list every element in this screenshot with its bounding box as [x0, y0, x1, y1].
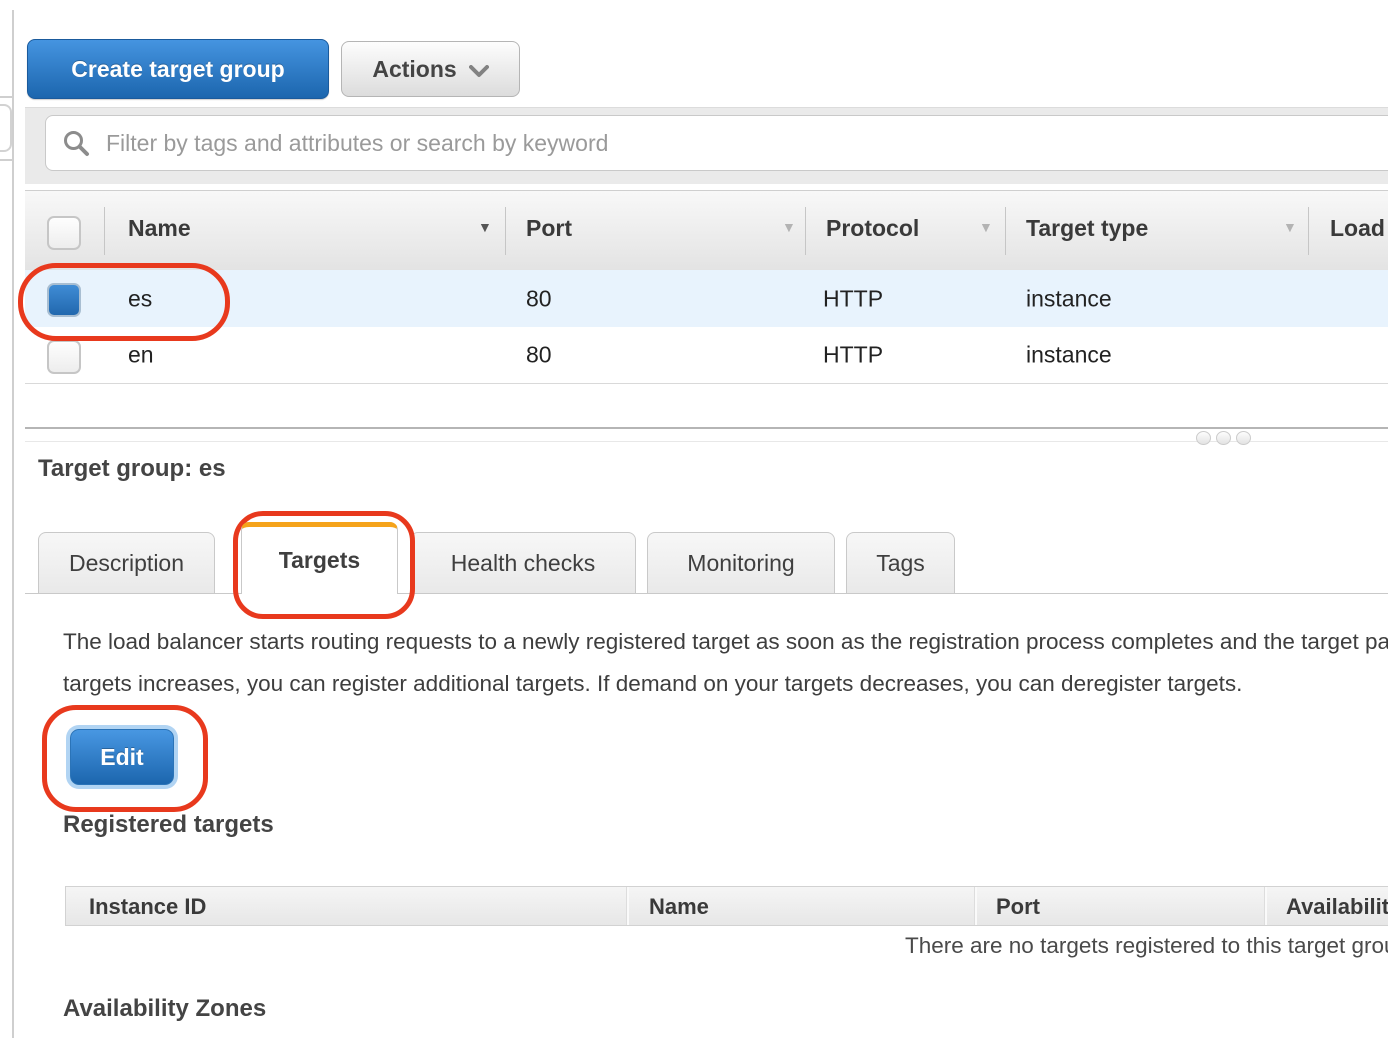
rt-column-instance-id: Instance ID: [89, 894, 206, 920]
column-header-protocol[interactable]: Protocol: [826, 215, 919, 242]
cell-port: 80: [526, 342, 552, 369]
cell-protocol: HTTP: [823, 285, 883, 312]
rt-column-availability-zone: Availability Zone: [1286, 894, 1388, 920]
actions-button-label: Actions: [372, 56, 456, 83]
chevron-down-icon: [469, 57, 489, 84]
drag-handle-icon[interactable]: [1236, 431, 1251, 445]
left-pane-divider: [0, 159, 14, 161]
create-target-group-button[interactable]: Create target group: [27, 39, 329, 99]
filter-search-input[interactable]: [104, 129, 1388, 158]
edit-button[interactable]: Edit: [70, 729, 174, 785]
tab-health-checks[interactable]: Health checks: [410, 532, 636, 593]
column-header-port[interactable]: Port: [526, 215, 572, 242]
rt-column-port: Port: [996, 894, 1040, 920]
row-checkbox-en[interactable]: [47, 340, 81, 374]
cell-port: 80: [526, 285, 552, 312]
availability-zones-heading: Availability Zones: [63, 995, 266, 1023]
rt-column-name: Name: [649, 894, 709, 920]
registered-targets-empty-message: There are no targets registered to this …: [905, 933, 1388, 959]
registered-targets-table-header: Instance ID Name Port Availability Zone: [65, 886, 1388, 926]
sort-icon-name[interactable]: ▼: [478, 219, 492, 235]
left-pane-border: [12, 10, 14, 1038]
cell-target-type: instance: [1026, 342, 1112, 369]
cell-target-type: instance: [1026, 285, 1112, 312]
tab-monitoring[interactable]: Monitoring: [647, 532, 835, 593]
tab-strip-baseline: [25, 593, 1388, 594]
cell-protocol: HTTP: [823, 342, 883, 369]
detail-pane-title: Target group: es: [38, 455, 226, 483]
targets-description-line2: targets increases, you can register addi…: [63, 671, 1242, 697]
drag-handle-icon[interactable]: [1196, 431, 1211, 445]
sort-icon-protocol[interactable]: ▼: [979, 219, 993, 235]
sort-icon-target-type[interactable]: ▼: [1283, 219, 1297, 235]
left-pane-fragment: [0, 104, 12, 152]
column-header-target-type[interactable]: Target type: [1026, 215, 1148, 242]
sort-icon-port[interactable]: ▼: [782, 219, 796, 235]
targets-description-line1: The load balancer starts routing request…: [63, 629, 1388, 655]
pane-splitter[interactable]: [25, 427, 1388, 429]
cell-name: es: [128, 285, 152, 312]
select-all-checkbox[interactable]: [47, 216, 81, 250]
left-pane-divider: [0, 96, 12, 98]
search-icon: [62, 129, 90, 157]
table-row-en[interactable]: en 80 HTTP instance: [25, 327, 1388, 384]
target-groups-table-header: Name ▼ Port ▼ Protocol ▼ Target type ▼ L…: [25, 190, 1388, 272]
column-header-load-balancer[interactable]: Load balancer: [1330, 215, 1388, 242]
filter-search-box[interactable]: [45, 115, 1388, 171]
tab-tags[interactable]: Tags: [846, 532, 955, 593]
cell-name: en: [128, 342, 154, 369]
tab-description[interactable]: Description: [38, 532, 215, 593]
column-header-name[interactable]: Name: [128, 215, 191, 242]
row-checkbox-es[interactable]: [47, 283, 81, 317]
table-row-es[interactable]: es 80 HTTP instance: [25, 270, 1388, 327]
registered-targets-heading: Registered targets: [63, 811, 274, 839]
drag-handle-icon[interactable]: [1216, 431, 1231, 445]
actions-dropdown-button[interactable]: Actions: [341, 41, 520, 97]
tab-targets[interactable]: Targets: [241, 522, 398, 594]
target-groups-page: { "toolbar": { "create_label": "Create t…: [0, 0, 1388, 1038]
